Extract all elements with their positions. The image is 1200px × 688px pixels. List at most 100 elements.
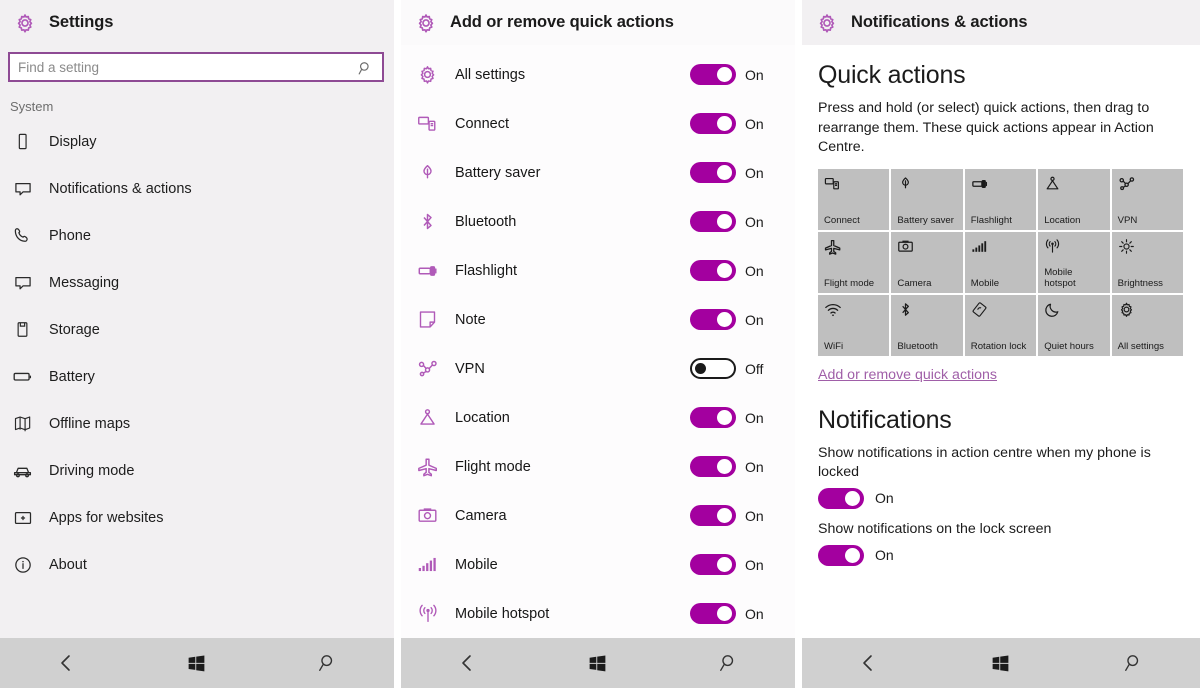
tile-all-settings[interactable]: All settings [1111,294,1183,356]
tile-flight-mode[interactable]: Flight mode [818,231,890,293]
info-icon [12,554,33,575]
quick-action-row-note[interactable]: Note On [401,295,795,344]
quick-action-label: VPN [455,360,485,377]
battery-icon [12,366,33,387]
sidebar-item-display[interactable]: Display [8,118,394,165]
search-icon[interactable] [709,648,749,678]
back-arrow-icon[interactable] [46,648,86,678]
quick-actions-toggle-list: All settings On Connect On Battery saver… [401,45,795,638]
toggle-state-label: On [745,605,764,622]
toggle-knob [717,67,732,82]
search-box[interactable] [8,52,384,82]
add-remove-quick-actions-panel: Add or remove quick actions All settings… [401,0,795,688]
search-input[interactable] [18,54,374,80]
bottom-navbar-right [802,638,1200,688]
tile-label: VPN [1117,214,1138,226]
search-icon[interactable] [1114,648,1154,678]
toggle-switch[interactable] [690,456,736,477]
toggle-switch[interactable] [690,407,736,428]
quick-action-row-camera[interactable]: Camera On [401,491,795,540]
toggle-switch[interactable] [690,211,736,232]
tile-rotation-lock[interactable]: Rotation lock [964,294,1037,356]
windows-icon[interactable] [981,648,1021,678]
toggle-switch[interactable] [690,505,736,526]
toggle-switch[interactable] [690,162,736,183]
vpn-icon [417,357,443,381]
sidebar-item-offline-maps[interactable]: Offline maps [8,400,394,447]
tile-brightness[interactable]: Brightness [1111,231,1183,293]
back-arrow-icon[interactable] [447,648,487,678]
quick-action-row-connect[interactable]: Connect On [401,99,795,148]
quick-action-row-vpn[interactable]: VPN Off [401,344,795,393]
location-icon [417,406,443,430]
sidebar-item-notifications-actions[interactable]: Notifications & actions [8,165,394,212]
back-arrow-icon[interactable] [848,648,888,678]
toggle-state-label: On [875,490,894,507]
windows-icon[interactable] [578,648,618,678]
quick-action-row-flashlight[interactable]: Flashlight On [401,246,795,295]
sidebar-item-about[interactable]: About [8,541,394,588]
tile-connect[interactable]: Connect [818,168,890,230]
hotspot-icon [1044,237,1104,257]
tile-wifi[interactable]: WiFi [818,294,890,356]
notification-setting-label: Show notifications in action centre when… [818,444,1151,481]
tile-mobile-hotspot[interactable]: Mobile hotspot [1038,231,1110,293]
sidebar-item-apps-for-websites[interactable]: Apps for websites [8,494,394,541]
toggle-switch[interactable] [818,544,864,566]
quick-action-row-mobile[interactable]: Mobile On [401,540,795,589]
storage-icon [12,319,33,340]
sidebar-item-driving-mode[interactable]: Driving mode [8,447,394,494]
toggle-switch[interactable] [690,113,736,134]
bottom-navbar-left [0,638,394,688]
quick-action-row-all-settings[interactable]: All settings On [401,50,795,99]
vpn-icon [1118,174,1178,194]
toggle-switch[interactable] [818,487,864,509]
quick-action-row-location[interactable]: Location On [401,393,795,442]
tile-mobile[interactable]: Mobile [964,231,1037,293]
toggle-state-label: On [745,458,764,475]
tile-vpn[interactable]: VPN [1111,168,1183,230]
panel-divider-2 [795,0,802,688]
bluetooth-icon [417,210,443,234]
brightness-icon [1118,237,1178,257]
toggle-switch[interactable] [690,309,736,330]
quick-action-row-flight-mode[interactable]: Flight mode On [401,442,795,491]
toggle-state-label: On [745,507,764,524]
quick-action-row-battery-saver[interactable]: Battery saver On [401,148,795,197]
sidebar-item-battery[interactable]: Battery [8,353,394,400]
quick-action-label: Mobile [455,556,498,573]
toggle-switch[interactable] [690,554,736,575]
notification-toggle-row: On [818,544,1182,566]
gear-icon [14,12,36,34]
tile-camera[interactable]: Camera [891,231,963,293]
add-remove-quick-actions-link[interactable]: Add or remove quick actions [818,367,997,383]
quick-action-row-mobile-hotspot[interactable]: Mobile hotspot On [401,589,795,638]
tile-quiet-hours[interactable]: Quiet hours [1038,294,1110,356]
search-icon[interactable] [308,648,348,678]
signal-bars-icon [971,237,1031,257]
mid-panel-titlebar: Add or remove quick actions [401,0,795,45]
toggle-switch[interactable] [690,260,736,281]
tile-label: Mobile [970,277,1000,289]
gear-icon [415,12,437,34]
tile-flashlight[interactable]: Flashlight [964,168,1037,230]
notifications-actions-panel: Notifications & actions Quick actions Pr… [802,0,1200,688]
sidebar-item-label: Phone [49,227,91,244]
tile-bluetooth[interactable]: Bluetooth [891,294,963,356]
sidebar-item-storage[interactable]: Storage [8,306,394,353]
toggle-switch[interactable] [690,64,736,85]
quick-action-row-bluetooth[interactable]: Bluetooth On [401,197,795,246]
sidebar-item-phone[interactable]: Phone [8,212,394,259]
tile-battery-saver[interactable]: Battery saver [891,168,963,230]
toggle-knob [717,263,732,278]
phone-display-icon [12,131,33,152]
windows-icon[interactable] [177,648,217,678]
toggle-switch[interactable] [690,603,736,624]
toggle-switch[interactable] [690,358,736,379]
sidebar-item-messaging[interactable]: Messaging [8,259,394,306]
tile-location[interactable]: Location [1038,168,1110,230]
toggle-knob [695,363,706,374]
phone-handset-icon [12,225,33,246]
sidebar-item-label: Battery [49,368,95,385]
notification-setting-locked: Show notifications in action centre when… [818,444,1182,509]
